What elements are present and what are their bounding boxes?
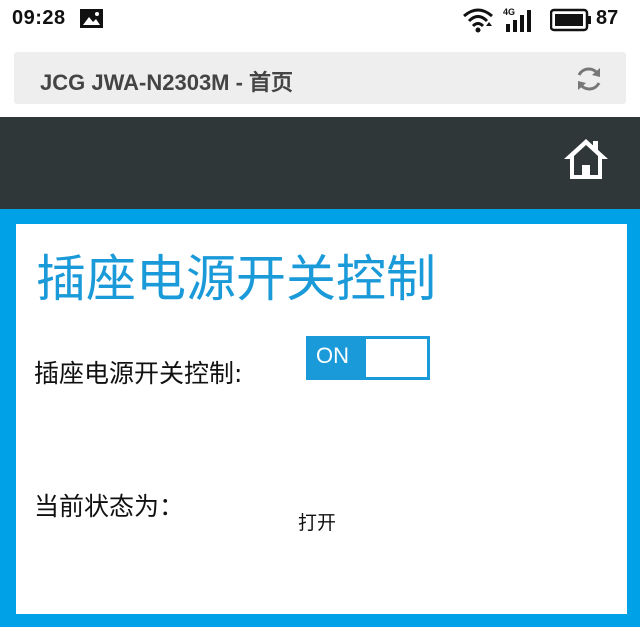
power-toggle-switch[interactable]: ON [306, 336, 430, 380]
toggle-on-label: ON [316, 343, 349, 368]
refresh-icon[interactable] [574, 64, 604, 94]
power-control-label: 插座电源开关控制: [34, 359, 243, 388]
toggle-knob[interactable] [366, 339, 427, 377]
page-title-url[interactable]: JCG JWA-N2303M - 首页 [40, 65, 293, 97]
network-type-label: 4G [503, 7, 515, 17]
status-time: 09:28 [12, 7, 66, 29]
status-bar: 09:28 4G 87 [0, 0, 640, 40]
battery-level: 87 [596, 7, 619, 29]
address-bar[interactable]: JCG JWA-N2303M - 首页 [14, 52, 626, 104]
gallery-notification-icon [80, 9, 103, 28]
content-panel: 插座电源开关控制 插座电源开关控制: ON 当前状态为： 打开 [16, 224, 627, 614]
content-frame: 插座电源开关控制 插座电源开关控制: ON 当前状态为： 打开 [0, 209, 640, 627]
cellular-signal-icon: 4G [503, 7, 531, 32]
page-heading: 插座电源开关控制 [36, 250, 436, 308]
current-state-label: 当前状态为： [34, 492, 185, 521]
battery-icon [550, 8, 591, 32]
current-state-value: 打开 [298, 512, 337, 534]
wifi-icon [463, 8, 493, 33]
home-icon[interactable] [562, 137, 610, 181]
app-header [0, 117, 640, 209]
